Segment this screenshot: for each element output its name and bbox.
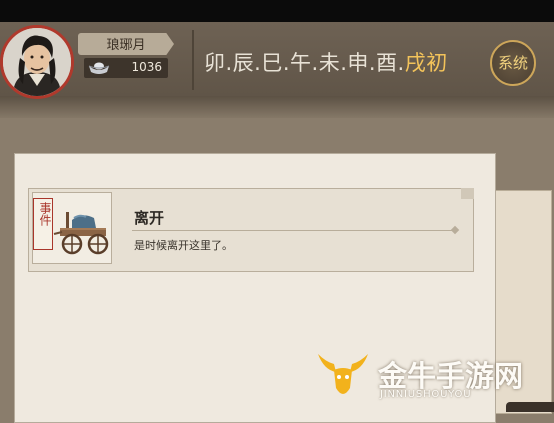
event-title: 离开 [134, 209, 165, 227]
event-description: 是时候离开这里了。 [134, 239, 233, 252]
silver-amount: 1036 [131, 60, 162, 74]
event-divider [132, 230, 458, 231]
current-hour: 戌初 [404, 51, 448, 75]
event-tag-label: 事件 [38, 202, 52, 226]
system-button-label[interactable]: 系统 [490, 52, 536, 73]
cart-icon [53, 212, 109, 255]
corner-badge [506, 402, 554, 412]
header-divider [192, 30, 194, 90]
portrait-icon [3, 28, 71, 96]
time-of-day-display: 卯.辰.巳.午.未.申.酉.戌初 [204, 47, 448, 77]
watermark-subtitle: JINNIUSHOUYOU [380, 389, 472, 400]
past-hours: 卯.辰.巳.午.未.申.酉. [204, 51, 405, 75]
top-black-strip [0, 0, 554, 22]
player-name: 琅琊月 [106, 38, 146, 53]
silver-ingot-icon [88, 62, 110, 74]
player-avatar[interactable] [0, 25, 74, 99]
header-shade [0, 96, 554, 118]
bull-logo-icon [318, 354, 368, 394]
card-folded-corner [461, 188, 474, 199]
